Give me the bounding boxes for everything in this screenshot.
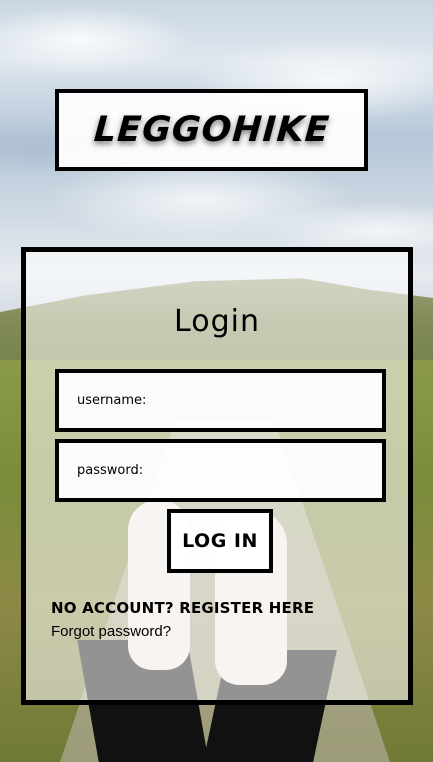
username-input[interactable] (148, 385, 382, 416)
password-field[interactable]: password: (55, 439, 386, 502)
username-field[interactable]: username: (55, 369, 386, 432)
login-form: Login username: password: LOG IN NO ACCO… (21, 247, 413, 705)
password-input[interactable] (145, 455, 382, 486)
login-button[interactable]: LOG IN (167, 509, 273, 573)
logo-box: LEGGOHIKE (55, 89, 368, 171)
username-label: username: (77, 393, 147, 408)
forgot-password-link[interactable]: Forgot password? (51, 623, 171, 640)
login-title: Login (174, 304, 260, 339)
password-label: password: (77, 463, 144, 478)
logo-text: LEGGOHIKE (92, 110, 331, 150)
register-link[interactable]: NO ACCOUNT? REGISTER HERE (51, 599, 314, 617)
